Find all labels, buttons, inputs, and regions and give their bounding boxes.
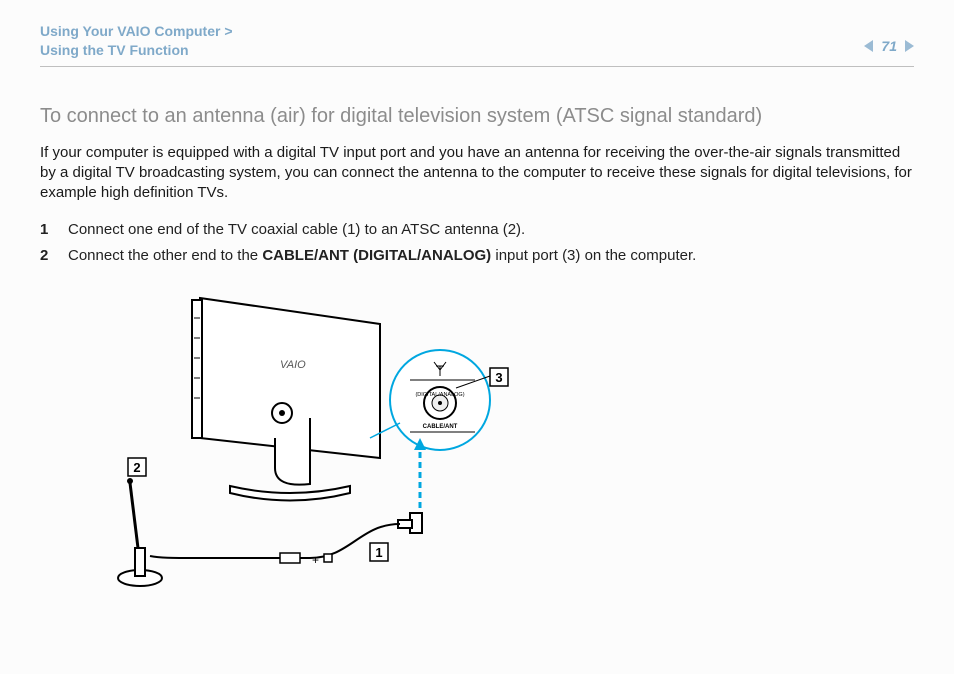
step-1: 1 Connect one end of the TV coaxial cabl… xyxy=(40,219,914,242)
page-number: 71 xyxy=(881,38,897,54)
svg-text:2: 2 xyxy=(133,460,140,475)
port-detail-icon: (DIGITAL/ANALOG) CABLE/ANT xyxy=(370,350,490,450)
callout-2: 2 xyxy=(128,458,146,476)
step-text: Connect one end of the TV coaxial cable … xyxy=(68,219,525,242)
callout-1: 1 xyxy=(370,543,388,561)
breadcrumb-line2: Using the TV Function xyxy=(40,41,233,60)
monitor-icon: VAIO xyxy=(192,298,380,501)
svg-text:3: 3 xyxy=(495,370,502,385)
svg-text:(DIGITAL/ANALOG): (DIGITAL/ANALOG) xyxy=(415,392,464,398)
prev-page-icon[interactable] xyxy=(864,40,873,52)
antenna-icon xyxy=(118,478,162,586)
connection-diagram: VAIO (DIGITAL/ANALOG) CABLE/ANT xyxy=(80,288,914,613)
step-2: 2 Connect the other end to the CABLE/ANT… xyxy=(40,245,914,268)
next-page-icon[interactable] xyxy=(905,40,914,52)
inline-connector-icon: + xyxy=(280,553,332,567)
svg-text:1: 1 xyxy=(375,545,382,560)
intro-paragraph: If your computer is equipped with a digi… xyxy=(40,143,914,204)
cable-plug-icon xyxy=(398,438,426,533)
svg-text:+: + xyxy=(312,553,319,567)
svg-text:VAIO: VAIO xyxy=(280,359,306,371)
step-number: 1 xyxy=(40,219,52,242)
step-number: 2 xyxy=(40,245,52,268)
breadcrumb-line1: Using Your VAIO Computer > xyxy=(40,22,233,41)
step-text: Connect the other end to the CABLE/ANT (… xyxy=(68,245,696,268)
coax-cable-icon xyxy=(150,524,400,558)
svg-text:CABLE/ANT: CABLE/ANT xyxy=(423,424,458,430)
page-number-nav: 71 xyxy=(864,22,914,54)
breadcrumb: Using Your VAIO Computer > Using the TV … xyxy=(40,22,233,60)
section-title: To connect to an antenna (air) for digit… xyxy=(40,105,914,128)
page-header: Using Your VAIO Computer > Using the TV … xyxy=(40,22,914,67)
steps-list: 1 Connect one end of the TV coaxial cabl… xyxy=(40,219,914,268)
